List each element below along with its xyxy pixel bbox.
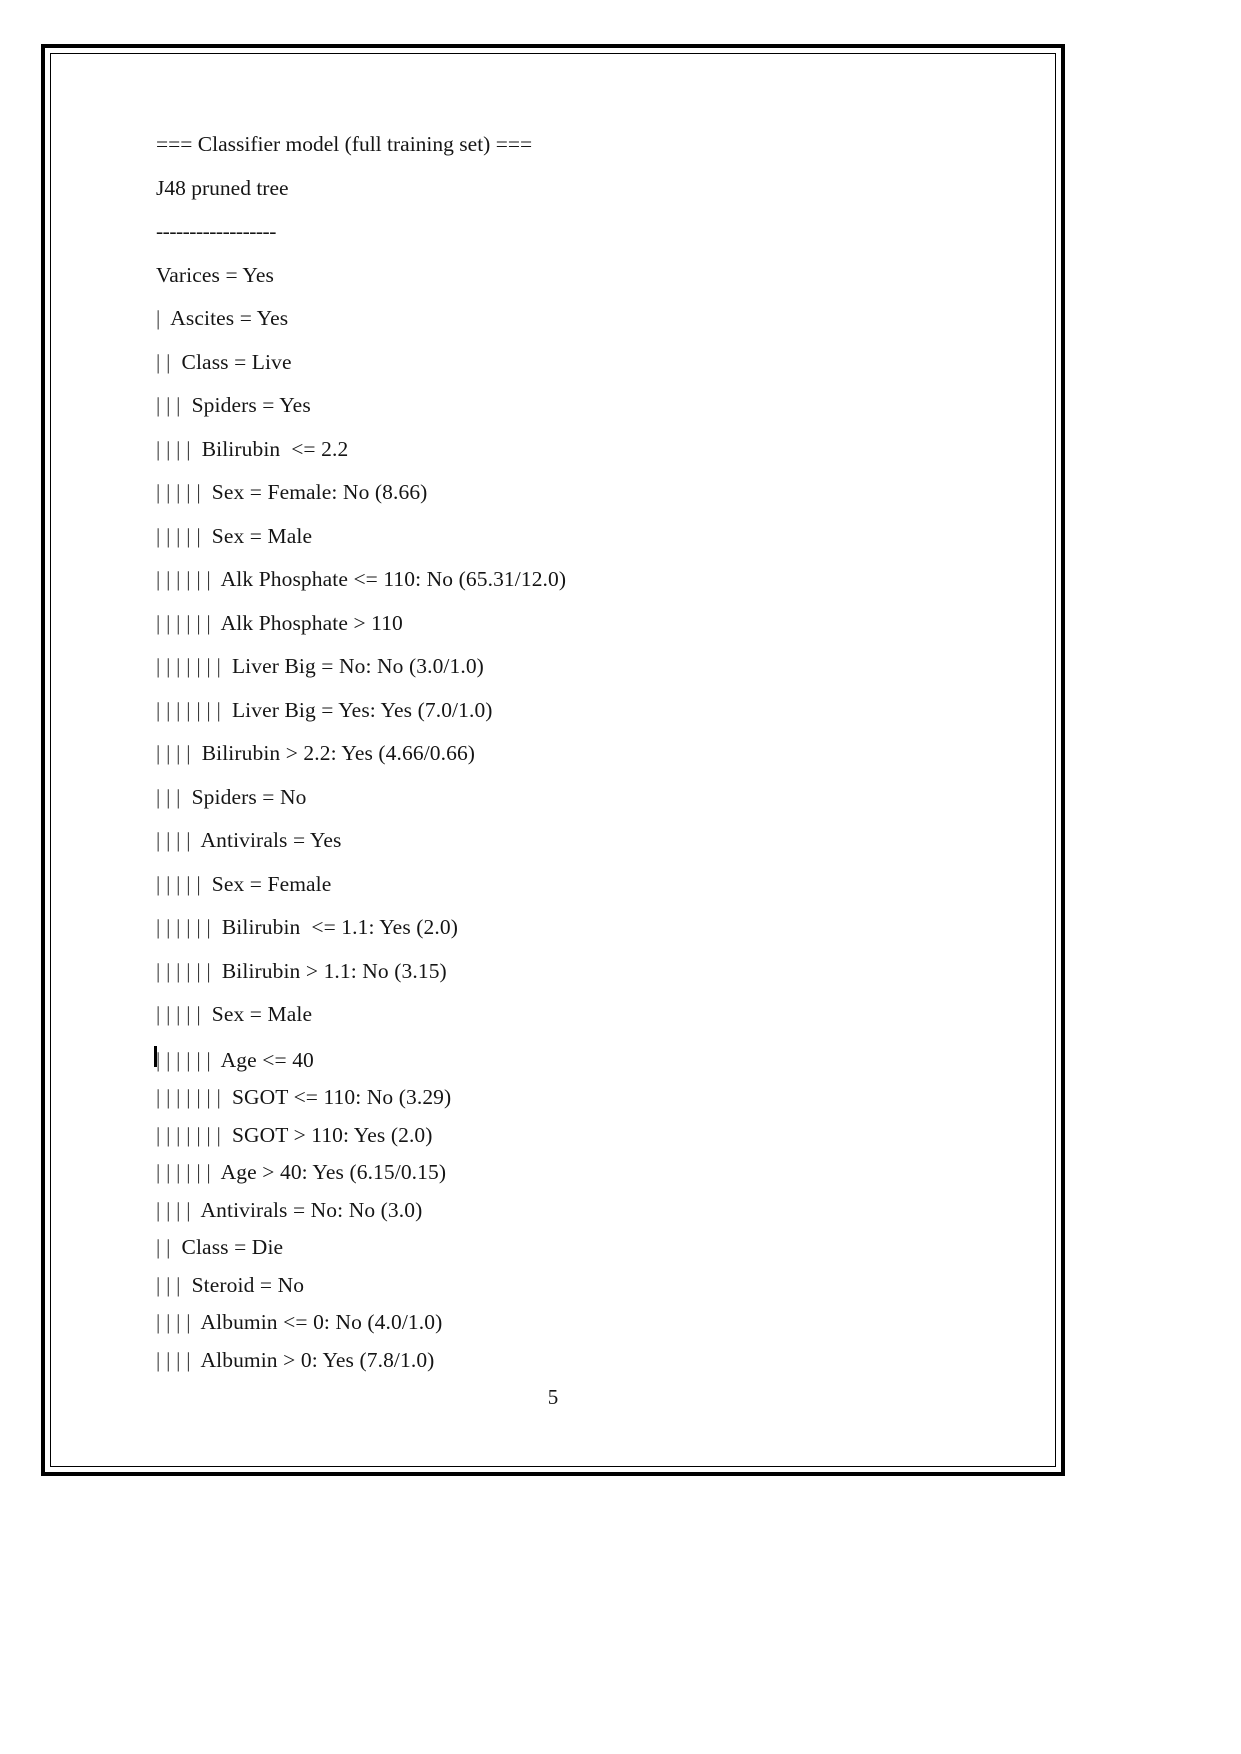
tree-line: | | | | | | Alk Phosphate > 110 [156,610,1021,635]
tree-indent-pipes: | | | | | | [156,1047,211,1072]
tree-line: | | Class = Die [156,1235,1021,1259]
tree-line: | | | Spiders = No [156,784,1021,809]
tree-indent-pipes: | | | | | | | [156,654,221,678]
tree-indent-pipes: | | | [156,393,181,417]
tree-node-label: Bilirubin <= 2.2 [201,436,349,461]
tree-node-label: Steroid = No [191,1272,305,1297]
tree-node-label: Ascites = Yes [170,306,289,330]
tree-line: | Ascites = Yes [156,306,1021,330]
tree-line: | | | | | | Bilirubin <= 1.1: Yes (2.0) [156,915,1021,939]
tree-line: | | | | | | | Liver Big = Yes: Yes (7.0/… [156,697,1021,722]
tree-line: | | | | | | | SGOT > 110: Yes (2.0) [156,1122,1021,1147]
tree-node-label: Class = Die [181,1235,284,1259]
j48-pruned-tree-heading: J48 pruned tree [156,175,289,200]
tree-line: | | | | | Sex = Male [156,1002,1021,1026]
decision-tree-listing: Varices = Yes | Ascites = Yes | | Class = … [156,262,1021,1372]
tree-indent-pipes: | | | | | | [156,915,211,939]
tree-node-label: Varices = Yes [156,262,274,287]
page-outer-border: === Classifier model (full training set)… [41,44,1065,1476]
tree-indent-pipes: | | | | | | [156,610,211,635]
tree-node-label: Liver Big = Yes: Yes (7.0/1.0) [231,697,493,722]
tree-line: | | | | | | | Liver Big = No: No (3.0/1.… [156,654,1021,678]
tree-indent-pipes: | | | | | [156,1002,201,1026]
tree-indent-pipes: | | | | | | [156,958,211,983]
tree-line: | | | | | Sex = Female [156,871,1021,896]
tree-indent-pipes: | | | [156,784,181,809]
tree-indent-pipes: | | | | | | | [156,1122,221,1147]
tree-line: | | | | | | Bilirubin > 1.1: No (3.15) [156,958,1021,983]
tree-node-label: SGOT <= 110: No (3.29) [231,1085,452,1109]
tree-indent-pipes: | | [156,1235,171,1259]
tree-indent-pipes: | [156,306,161,330]
page-content: === Classifier model (full training set)… [45,48,1061,1472]
tree-indent-pipes: | | | | | [156,480,201,504]
tree-line: | | | | Antivirals = Yes [156,828,1021,852]
tree-indent-pipes: | | | | | | | [156,1085,221,1109]
tree-line: | | | | | Sex = Male [156,523,1021,548]
tree-node-label: Age <= 40 [220,1047,314,1072]
tree-node-label: Alk Phosphate <= 110: No (65.31/12.0) [220,567,567,591]
tree-indent-pipes: | | | [156,1272,181,1297]
tree-node-label: SGOT > 110: Yes (2.0) [231,1122,433,1147]
tree-indent-pipes: | | [156,349,171,374]
tree-node-label: Sex = Female: No (8.66) [211,480,428,504]
tree-node-label: Class = Live [181,349,292,374]
tree-indent-pipes: | | | | | [156,871,201,896]
tree-node-label: Sex = Female [211,871,332,896]
tree-indent-pipes: | | | | | [156,523,201,548]
tree-indent-pipes: | | | | | | [156,567,211,591]
tree-indent-pipes: | | | | | | | [156,697,221,722]
tree-indent-pipes: | | | | | | [156,1160,211,1184]
tree-indent-pipes: | | | | [156,828,191,852]
tree-node-label: Antivirals = No: No (3.0) [200,1197,423,1222]
tree-node-label: Alk Phosphate > 110 [220,610,403,635]
tree-indent-pipes: | | | | [156,1347,191,1372]
tree-line: | | | | | | Age > 40: Yes (6.15/0.15) [156,1160,1021,1184]
tree-indent-pipes: | | | | [156,741,191,765]
separator-rule: ------------------ [156,219,276,243]
tree-indent-pipes: | | | | [156,1310,191,1334]
tree-node-label: Bilirubin <= 1.1: Yes (2.0) [221,915,458,939]
tree-node-label: Spiders = Yes [191,393,311,417]
tree-line: | | | | | | Alk Phosphate <= 110: No (65… [156,567,1021,591]
tree-line: | | | Spiders = Yes [156,393,1021,417]
page-number: 5 [547,1385,559,1409]
tree-line: Varices = Yes [156,262,1021,287]
tree-line: | | | | | | | SGOT <= 110: No (3.29) [156,1085,1021,1109]
tree-line: | | | | | | Age <= 40 [156,1047,1021,1072]
tree-node-label: Age > 40: Yes (6.15/0.15) [220,1160,447,1184]
tree-line: | | | | Antivirals = No: No (3.0) [156,1197,1021,1222]
tree-line: | | | | Albumin > 0: Yes (7.8/1.0) [156,1347,1021,1372]
tree-node-label: Albumin <= 0: No (4.0/1.0) [200,1310,443,1334]
tree-line: | | | Steroid = No [156,1272,1021,1297]
tree-node-label: Bilirubin > 2.2: Yes (4.66/0.66) [201,741,476,765]
tree-line: | | | | Bilirubin > 2.2: Yes (4.66/0.66) [156,741,1021,765]
classifier-model-heading: === Classifier model (full training set)… [156,132,533,156]
tree-line: | | | | Albumin <= 0: No (4.0/1.0) [156,1310,1021,1334]
tree-node-label: Sex = Male [211,1002,313,1026]
tree-line: | | | | | Sex = Female: No (8.66) [156,480,1021,504]
tree-line: | | Class = Live [156,349,1021,374]
tree-node-label: Antivirals = Yes [200,828,342,852]
tree-node-label: Liver Big = No: No (3.0/1.0) [231,654,484,678]
tree-indent-pipes: | | | | [156,436,191,461]
tree-node-label: Albumin > 0: Yes (7.8/1.0) [200,1347,435,1372]
tree-node-label: Spiders = No [191,784,307,809]
tree-node-label: Bilirubin > 1.1: No (3.15) [221,958,447,983]
tree-indent-pipes: | | | | [156,1197,191,1222]
tree-line: | | | | Bilirubin <= 2.2 [156,436,1021,461]
tree-node-label: Sex = Male [211,523,313,548]
